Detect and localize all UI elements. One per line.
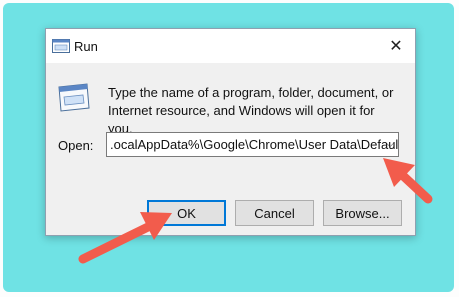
dialog-description: Type the name of a program, folder, docu…	[108, 85, 394, 136]
title-bar: Run ✕	[46, 29, 415, 63]
dropdown-button[interactable]: ⌵	[382, 133, 398, 156]
close-button[interactable]: ✕	[377, 29, 415, 63]
close-icon: ✕	[389, 38, 403, 55]
open-label: Open:	[58, 138, 94, 153]
cancel-button[interactable]: Cancel	[235, 200, 314, 226]
run-icon	[52, 39, 70, 53]
run-dialog: Run ✕ Type the name of a program, folder…	[45, 28, 416, 236]
open-field-value: .ocalAppData%\Google\Chrome\User Data\De…	[110, 137, 399, 152]
run-large-icon	[58, 83, 90, 112]
dialog-title: Run	[74, 39, 98, 54]
dropdown-arrow-icon: ⌵	[386, 139, 394, 150]
open-field[interactable]: .ocalAppData%\Google\Chrome\User Data\De…	[106, 132, 399, 157]
browse-button[interactable]: Browse...	[323, 200, 402, 226]
ok-button[interactable]: OK	[147, 200, 226, 226]
